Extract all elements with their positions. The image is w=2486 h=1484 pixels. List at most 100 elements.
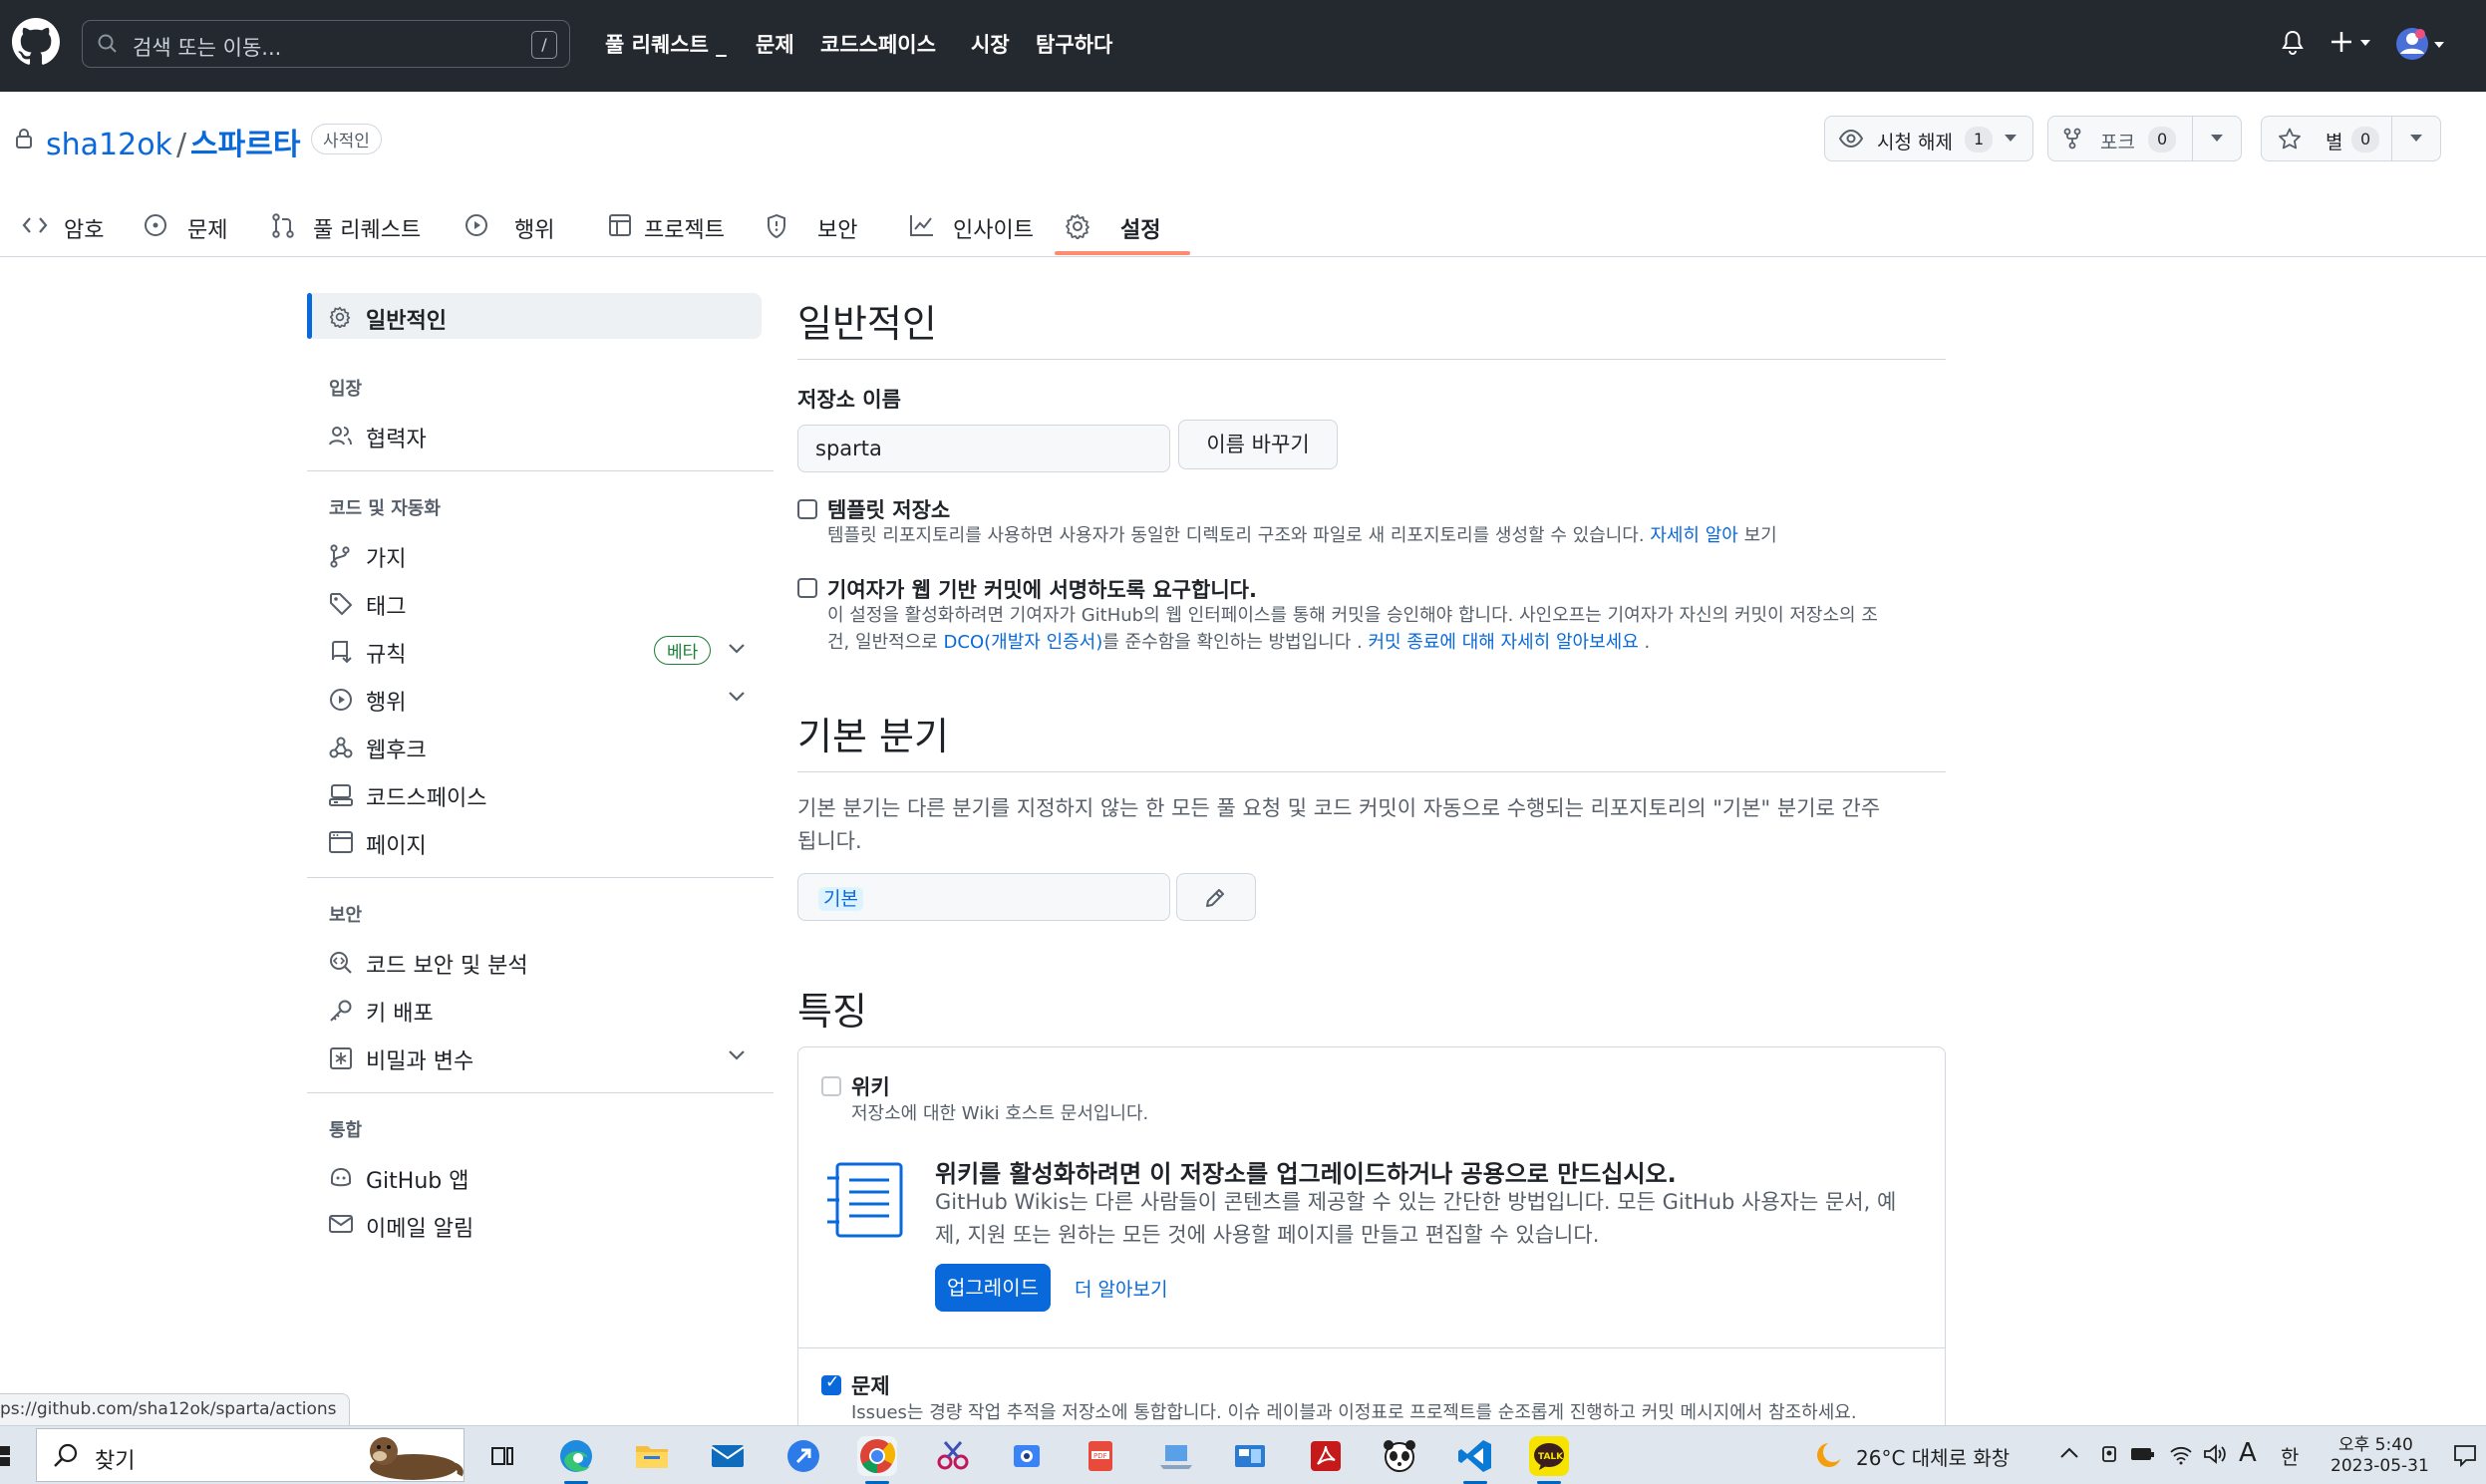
panda-app-icon[interactable] [1380,1436,1419,1476]
star-button[interactable]: 별 0 [2261,116,2392,161]
fork-button[interactable]: 포크 0 [2047,116,2193,161]
repo-owner-link[interactable]: sha12ok [46,128,172,162]
nav-codespaces[interactable]: 코드스페이스 [820,29,936,59]
fork-dropdown-button[interactable] [2192,116,2242,161]
ime-a-indicator[interactable]: A [2239,1438,2257,1468]
mail-app-icon[interactable] [708,1436,748,1476]
chevron-up-icon[interactable] [2059,1446,2079,1460]
description-text: 건, 일반적으로 [827,632,938,653]
repo-separator: / [175,128,187,162]
watch-button[interactable]: 시청 해제 1 [1824,116,2033,161]
sidebar-divider [307,1092,774,1093]
signoff-checkbox[interactable] [797,578,817,598]
learn-more-link[interactable]: 자세히 알아 [1650,525,1738,546]
user-avatar[interactable] [2394,24,2446,64]
signoff-description: 이 설정을 활성화하려면 기여자가 GitHub의 웹 인터페이스를 통해 커밋… [827,602,1944,656]
meet-now-icon[interactable] [2099,1443,2121,1465]
signoff-label: 기여자가 웹 기반 커밋에 서명하도록 요구합니다. [827,578,1257,602]
snipping-tool-icon[interactable] [933,1436,973,1476]
github-logo-icon[interactable] [12,18,60,66]
description-text: 보기 [1743,525,1777,546]
nav-explore[interactable]: 탐구하다 [1036,29,1112,59]
code-icon [22,213,48,237]
lock-icon [14,128,34,149]
shortcut-app-icon[interactable] [783,1436,823,1476]
clock-time[interactable]: 오후 5:40 [2338,1430,2413,1455]
clock-date[interactable]: 2023-05-31 [2331,1456,2429,1476]
signoff-learn-more-link[interactable]: 커밋 종료에 대해 자세히 알아보세요 [1368,632,1638,653]
tab-label: 설정 [1120,218,1161,243]
play-icon [465,213,488,237]
fork-label: 포크 [2100,132,2135,153]
dco-link[interactable]: DCO(개발자 인증서) [944,632,1103,653]
vscode-icon[interactable] [1455,1436,1495,1484]
volume-icon[interactable] [2203,1443,2227,1465]
chevron-down-icon[interactable] [728,643,746,655]
default-branch-field: 기본 [797,873,1170,921]
star-dropdown-button[interactable] [2391,116,2441,161]
sidebar-heading-integrations: 통합 [329,1120,363,1141]
ime-han-indicator[interactable]: 한 [2281,1441,2299,1470]
sidebar-heading-code-automation: 코드 및 자동화 [329,498,441,519]
upgrade-button[interactable]: 업그레이드 [935,1264,1051,1312]
browser-icon [329,831,353,853]
remote-desktop-icon[interactable] [1230,1436,1270,1476]
pdf-app-icon[interactable]: PDF [1081,1436,1120,1476]
chevron-down-icon[interactable] [728,691,746,703]
section-title-features: 특징 [797,990,867,1034]
global-search-input[interactable]: 검색 또는 이동... / [82,20,570,68]
issues-checkbox[interactable] [821,1372,841,1395]
features-divider [798,1347,1945,1348]
nav-pull-requests[interactable]: 풀 리퀘스트 _ [605,29,727,59]
bell-icon[interactable] [2281,30,2305,56]
template-repo-checkbox[interactable] [797,499,817,519]
svg-text:PDF: PDF [1093,1452,1107,1460]
repo-name-link[interactable]: 스파르타 [190,128,300,162]
sidebar-label: 코드 보안 및 분석 [366,954,528,979]
tab-label: 문제 [187,218,228,243]
mail-icon [329,1214,353,1234]
sidebar-active-indicator [307,293,312,339]
sidebar-divider [307,470,774,471]
description-text: . [1644,632,1651,653]
rename-button[interactable]: 이름 바꾸기 [1178,420,1338,469]
star-count: 0 [2351,127,2380,152]
taskbar-search-text: 찾기 [95,1449,136,1474]
start-button-icon[interactable] [0,1446,12,1466]
shield-icon [766,213,787,239]
section-title-default-branch: 기본 분기 [797,715,949,758]
learn-more-link[interactable]: 더 알아보기 [1075,1275,1167,1302]
create-new-plus-icon[interactable] [2331,28,2374,58]
fork-icon [2062,128,2082,149]
beta-badge: 베타 [654,636,712,665]
nav-marketplace[interactable]: 시장 [971,29,1010,59]
repo-tab-nav: 암호 문제 풀 리퀘스트 행위 프로젝트 보안 인사이트 설정 [0,195,2486,257]
laptop-app-icon[interactable] [1156,1436,1196,1476]
edge-browser-icon[interactable] [556,1436,596,1484]
acrobat-icon[interactable] [1306,1436,1346,1476]
screen-capture-icon[interactable] [1007,1436,1047,1476]
graph-icon [909,213,935,237]
sidebar-divider [307,877,774,878]
edit-branch-button[interactable] [1176,873,1256,921]
visibility-badge: 사적인 [311,124,382,154]
weather-sun-icon[interactable] [1812,1438,1846,1472]
taskbar-search-box[interactable]: 찾기 [36,1428,465,1482]
notification-center-icon[interactable] [2452,1442,2478,1468]
chrome-browser-icon[interactable] [857,1436,897,1484]
wifi-icon[interactable] [2169,1443,2193,1465]
people-icon [329,425,353,446]
search-icon [53,1442,79,1468]
nav-issues[interactable]: 문제 [756,29,794,59]
chevron-down-icon[interactable] [728,1049,746,1061]
kakaotalk-icon[interactable]: TALK [1529,1436,1569,1484]
repo-name-input[interactable]: sparta [797,425,1170,472]
template-repo-description: 템플릿 리포지토리를 사용하면 사용자가 동일한 디렉토리 구조와 파일로 새 … [827,522,1777,549]
webhook-icon [329,736,353,759]
battery-icon[interactable] [2129,1444,2155,1464]
weather-text[interactable]: 26°C 대체로 화창 [1856,1442,2010,1471]
wiki-checkbox[interactable] [821,1076,841,1096]
global-header: 검색 또는 이동... / 풀 리퀘스트 _ 문제 코드스페이스 시장 탐구하다 [0,0,2486,92]
task-view-icon[interactable] [482,1436,522,1476]
file-explorer-icon[interactable] [632,1436,672,1476]
